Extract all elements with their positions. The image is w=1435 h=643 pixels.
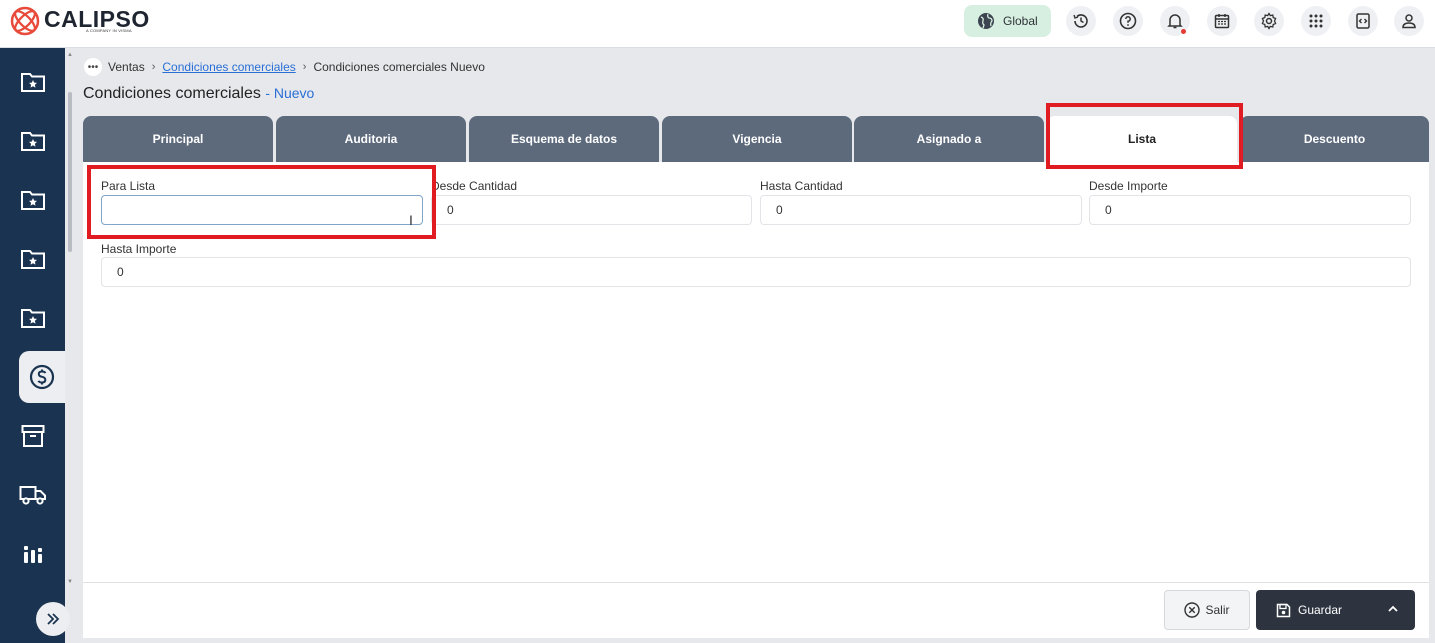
folder-star-icon (20, 191, 45, 210)
hasta-importe-label: Hasta Importe (101, 242, 177, 256)
salir-button[interactable]: Salir (1164, 590, 1250, 630)
hasta-cantidad-input[interactable]: 0 (760, 195, 1082, 225)
help-button[interactable] (1113, 6, 1143, 36)
calendar-icon (1214, 14, 1230, 29)
logo-mark-icon (10, 6, 40, 36)
apps-button[interactable] (1301, 6, 1331, 36)
logo-subtext: A COMPANY IN VISMA (86, 28, 132, 33)
tab-label: Auditoria (344, 132, 398, 146)
user-menu-button[interactable] (1394, 6, 1424, 36)
tab-label: Asignado a (916, 132, 982, 146)
code-button[interactable] (1348, 6, 1378, 36)
folder-star-icon (20, 73, 45, 92)
tab-label: Vigencia (732, 132, 782, 146)
breadcrumb-item-current: Condiciones comerciales Nuevo (313, 60, 485, 74)
tab-esquema-de-datos[interactable]: Esquema de datos (469, 116, 659, 162)
save-icon (1276, 603, 1291, 617)
notifications-button[interactable] (1160, 6, 1190, 36)
folder-star-icon (20, 250, 45, 269)
folder-star-icon (20, 309, 45, 328)
breadcrumb-item-ventas: Ventas (108, 60, 145, 74)
truck-icon (19, 486, 46, 505)
tab-descuento[interactable]: Descuento (1240, 116, 1429, 162)
dollar-icon (29, 364, 55, 390)
sidebar-item-5[interactable] (0, 292, 65, 344)
sidebar-item-2[interactable] (0, 115, 65, 167)
desde-importe-input[interactable]: 0 (1089, 195, 1411, 225)
chevron-up-icon[interactable] (1387, 604, 1399, 614)
hasta-cantidad-label: Hasta Cantidad (760, 179, 843, 193)
highlight-box-para-lista (87, 165, 436, 239)
sidebar-item-ventas[interactable] (19, 351, 65, 403)
tab-label: Esquema de datos (510, 132, 618, 146)
chevron-right-icon: › (151, 61, 156, 73)
gear-icon (1261, 12, 1277, 30)
top-header: CALIPSO A COMPANY IN VISMA Global (0, 0, 1435, 48)
sidebar-item-1[interactable] (0, 56, 65, 108)
calendar-button[interactable] (1207, 6, 1237, 36)
breadcrumb-more-icon[interactable]: ••• (84, 58, 102, 76)
desde-cantidad-input[interactable]: 0 (431, 195, 752, 225)
code-icon (1356, 13, 1370, 29)
scroll-down-arrow-icon[interactable]: ▼ (67, 579, 73, 585)
sidebar-item-4[interactable] (0, 233, 65, 285)
page-title-text: Condiciones comerciales (83, 85, 261, 102)
page-subtitle: - Nuevo (265, 85, 315, 101)
calipso-logo[interactable]: CALIPSO (10, 5, 150, 41)
bell-icon (1167, 14, 1183, 29)
archive-icon (21, 425, 44, 447)
global-label: Global (1003, 14, 1038, 28)
globe-icon (978, 13, 994, 29)
highlight-box-lista-tab (1046, 103, 1243, 169)
user-icon (1402, 14, 1416, 29)
close-circle-icon (1184, 602, 1201, 618)
breadcrumb-link-condiciones[interactable]: Condiciones comerciales (162, 60, 295, 74)
sidebar-item-logistica[interactable] (0, 469, 65, 521)
desde-importe-label: Desde Importe (1089, 179, 1168, 193)
help-icon (1119, 12, 1137, 30)
page-title: Condiciones comerciales - Nuevo (83, 85, 314, 103)
footer-divider (83, 582, 1429, 583)
hasta-importe-input[interactable]: 0 (101, 257, 1411, 287)
apps-grid-icon (1309, 14, 1323, 28)
double-chevron-right-icon (47, 613, 60, 625)
sidebar-item-archive[interactable] (0, 410, 65, 462)
tab-auditoria[interactable]: Auditoria (276, 116, 466, 162)
tab-asignado-a[interactable]: Asignado a (854, 116, 1044, 162)
settings-button[interactable] (1254, 6, 1284, 36)
notification-dot (1181, 29, 1186, 34)
desde-cantidad-label: Desde Cantidad (431, 179, 518, 193)
tab-principal[interactable]: Principal (83, 116, 273, 162)
guardar-label: Guardar (1298, 603, 1343, 617)
folder-star-icon (20, 132, 45, 151)
sidebar-expand-button[interactable] (36, 602, 70, 636)
chevron-right-icon: › (302, 61, 307, 73)
chart-icon (23, 546, 42, 563)
tab-vigencia[interactable]: Vigencia (662, 116, 852, 162)
sidebar-item-reportes[interactable] (0, 528, 65, 580)
guardar-button[interactable]: Guardar (1256, 590, 1415, 630)
sidebar-item-3[interactable] (0, 174, 65, 226)
salir-label: Salir (1205, 603, 1230, 617)
global-button[interactable]: Global (964, 5, 1051, 37)
history-icon (1073, 14, 1088, 28)
left-sidebar (0, 48, 70, 643)
scrollbar-thumb[interactable] (68, 92, 72, 252)
scroll-up-arrow-icon[interactable]: ▲ (67, 52, 73, 58)
tab-label: Principal (152, 132, 204, 146)
history-button[interactable] (1066, 6, 1096, 36)
breadcrumb: ••• Ventas › Condiciones comerciales › C… (84, 58, 485, 76)
tab-label: Descuento (1303, 132, 1366, 146)
